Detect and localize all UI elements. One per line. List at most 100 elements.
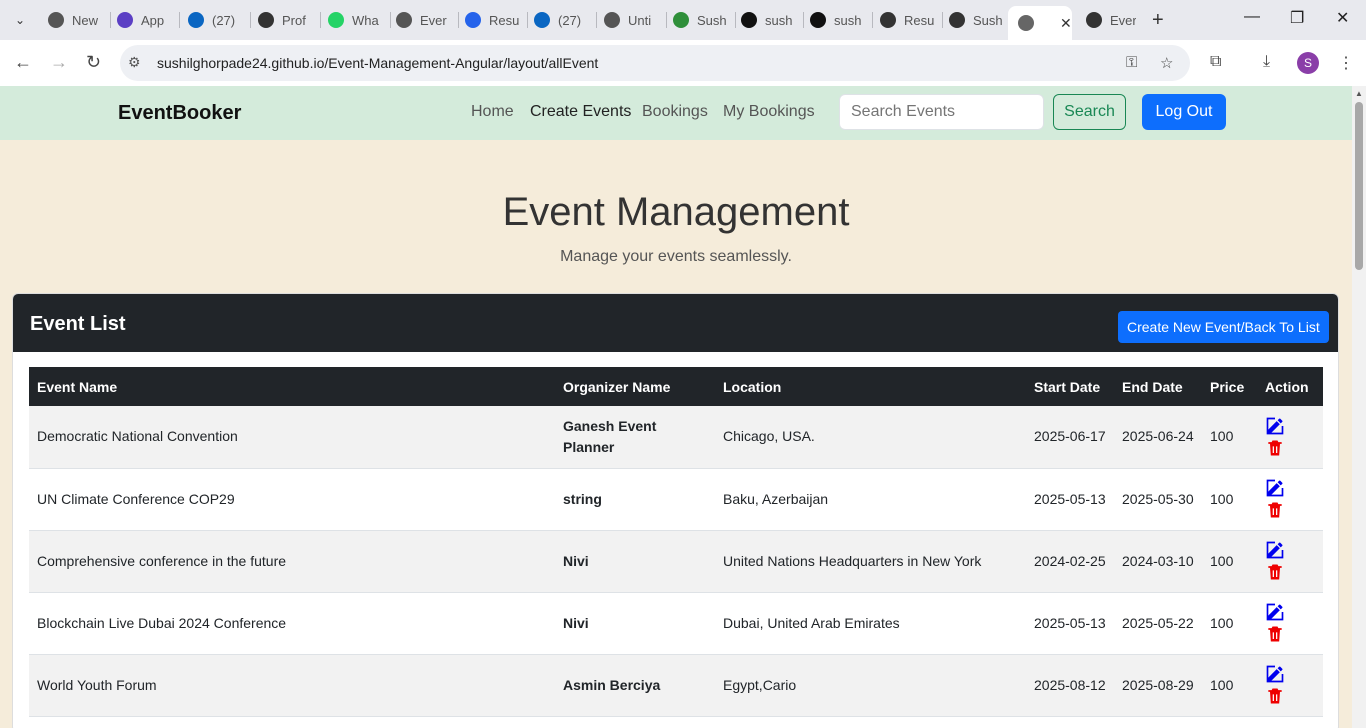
browser-tab[interactable]: (27) — [188, 6, 246, 34]
browser-tab-active[interactable]: ✕ — [1008, 6, 1072, 40]
site-info-icon[interactable]: ⚙ — [128, 54, 141, 71]
page-scrollbar[interactable]: ▲ — [1352, 86, 1366, 728]
nav-home[interactable]: Home — [471, 103, 514, 121]
price-cell: 100 — [1202, 406, 1257, 469]
downloads-icon[interactable]: ⤓ — [1263, 53, 1270, 71]
organizer-name-cell: string — [555, 468, 715, 531]
table-row: World Youth Forum Asmin Berciya Egypt,Cari… — [29, 654, 1323, 717]
create-new-event-button[interactable]: Create New Event/Back To List — [1118, 311, 1329, 343]
column-header-location: Location — [715, 367, 1026, 406]
restore-icon[interactable]: ❐ — [1290, 8, 1304, 28]
column-header-end-date: End Date — [1114, 367, 1202, 406]
brand-logo[interactable]: EventBooker — [118, 102, 241, 125]
profile-avatar[interactable]: S — [1297, 52, 1319, 74]
tab-separator — [942, 12, 943, 28]
delete-trash-icon[interactable] — [1265, 438, 1285, 458]
browser-tab[interactable]: New — [48, 6, 106, 34]
tab-favicon-icon — [741, 12, 757, 28]
tab-label: Unti — [628, 12, 652, 28]
tab-label: sush — [834, 12, 862, 28]
tab-separator — [179, 12, 180, 28]
delete-trash-icon[interactable] — [1265, 500, 1285, 520]
nav-create-events[interactable]: Create Events — [530, 103, 631, 121]
table-row: Democratic National Convention Ganesh Eve… — [29, 406, 1323, 469]
tab-favicon-icon — [258, 12, 274, 28]
event-list-card: Event List Create New Event/Back To List… — [12, 293, 1339, 728]
reload-icon[interactable]: ↻ — [86, 52, 101, 73]
browser-tab[interactable]: Resu — [880, 6, 938, 34]
page-title: Event Management — [502, 190, 850, 234]
tab-label: sush — [765, 12, 793, 28]
tab-label: (27) — [558, 12, 582, 28]
extensions-puzzle-icon[interactable]: ⧉ — [1210, 53, 1221, 71]
browser-tab[interactable]: Resu — [465, 6, 523, 34]
start-date-cell: 2025-05-13 — [1026, 592, 1114, 655]
edit-icon[interactable] — [1265, 602, 1285, 622]
browser-tab[interactable]: Ever — [1086, 6, 1136, 34]
forward-arrow-icon[interactable]: → — [50, 52, 68, 73]
scroll-up-arrow-icon[interactable]: ▲ — [1355, 89, 1363, 98]
browser-tab[interactable]: sush — [810, 6, 868, 34]
nav-bookings[interactable]: Bookings — [642, 103, 708, 121]
browser-tab[interactable]: App — [117, 6, 175, 34]
tab-favicon-icon — [1086, 12, 1102, 28]
browser-tab[interactable]: Unti — [604, 6, 662, 34]
browser-tab[interactable]: Ever — [396, 6, 454, 34]
column-header-start-date: Start Date — [1026, 367, 1114, 406]
window-close-icon[interactable]: ✕ — [1336, 8, 1349, 28]
table-row: Comprehensive conference in the future Ni… — [29, 530, 1323, 593]
tab-separator — [458, 12, 459, 28]
tab-close-icon[interactable]: ✕ — [1060, 15, 1072, 32]
tab-label: App — [141, 12, 165, 28]
search-events-input[interactable] — [839, 94, 1044, 130]
events-table: Event Name Organizer Name Location Start… — [29, 367, 1323, 717]
edit-icon[interactable] — [1265, 478, 1285, 498]
start-date-cell: 2025-06-17 — [1026, 406, 1114, 469]
search-button[interactable]: Search — [1053, 94, 1126, 130]
tab-separator — [250, 12, 251, 28]
bookmark-star-icon[interactable]: ☆ — [1160, 54, 1173, 72]
password-key-icon[interactable]: ⚿ — [1126, 54, 1137, 71]
browser-tab[interactable]: (27) — [534, 6, 592, 34]
browser-menu-icon[interactable]: ⋮ — [1338, 53, 1354, 73]
logout-button[interactable]: Log Out — [1142, 94, 1226, 130]
edit-icon[interactable] — [1265, 664, 1285, 684]
table-header-row: Event Name Organizer Name Location Start… — [29, 367, 1323, 406]
organizer-name-cell: Ganesh Event Planner — [555, 406, 715, 469]
page-subtitle: Manage your events seamlessly. — [560, 248, 792, 265]
tab-search-chevron-icon[interactable]: ⌄ — [8, 8, 32, 32]
event-name-cell: Blockchain Live Dubai 2024 Conference — [29, 592, 555, 655]
tab-label: Ever — [420, 12, 447, 28]
tab-favicon-icon — [810, 12, 826, 28]
tab-favicon-icon — [673, 12, 689, 28]
tab-favicon-icon — [396, 12, 412, 28]
delete-trash-icon[interactable] — [1265, 624, 1285, 644]
edit-icon[interactable] — [1265, 540, 1285, 560]
back-arrow-icon[interactable]: ← — [14, 52, 32, 73]
address-bar[interactable]: ⚙ sushilghorpade24.github.io/Event-Manag… — [120, 45, 1190, 81]
browser-tab-strip: ⌄ New App (27) Prof Wha Ever Resu (27) Unti Sush s… — [0, 0, 1366, 40]
location-cell: United Nations Headquarters in New York — [715, 530, 1026, 593]
event-name-cell: Democratic National Convention — [29, 406, 555, 469]
minimize-icon[interactable]: — — [1244, 8, 1260, 26]
start-date-cell: 2024-02-25 — [1026, 530, 1114, 593]
browser-tab[interactable]: sush — [741, 6, 799, 34]
tab-favicon-icon — [48, 12, 64, 28]
tab-separator — [666, 12, 667, 28]
nav-my-bookings[interactable]: My Bookings — [723, 103, 815, 121]
browser-tab[interactable]: Wha — [328, 6, 386, 34]
action-cell — [1257, 654, 1323, 717]
browser-tab[interactable]: Prof — [258, 6, 316, 34]
delete-trash-icon[interactable] — [1265, 562, 1285, 582]
edit-icon[interactable] — [1265, 416, 1285, 436]
browser-tab[interactable]: Sush — [673, 6, 731, 34]
url-text[interactable]: sushilghorpade24.github.io/Event-Managem… — [157, 55, 598, 71]
tab-favicon-icon — [188, 12, 204, 28]
tab-label: Wha — [352, 12, 379, 28]
delete-trash-icon[interactable] — [1265, 686, 1285, 706]
scroll-thumb[interactable] — [1355, 102, 1363, 270]
new-tab-plus-icon[interactable]: + — [1152, 10, 1164, 30]
end-date-cell: 2025-08-29 — [1114, 654, 1202, 717]
tab-favicon-icon — [880, 12, 896, 28]
browser-tab[interactable]: Sush — [949, 6, 1007, 34]
